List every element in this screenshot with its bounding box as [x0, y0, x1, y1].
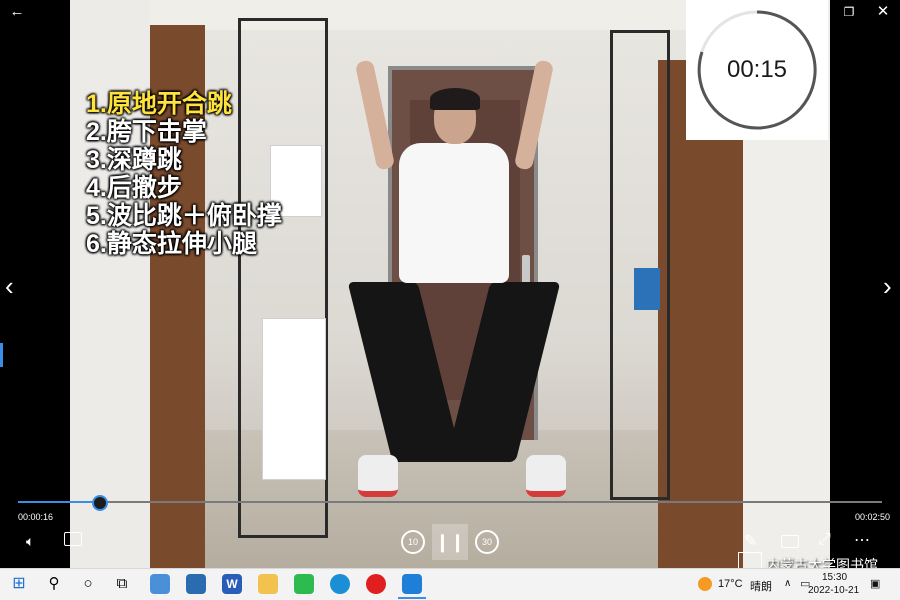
total-time: 00:02:50: [855, 512, 891, 522]
timer-text: 00:15: [726, 56, 788, 83]
monitor: [634, 268, 660, 310]
weather-desc[interactable]: 晴朗: [750, 578, 772, 594]
exercise-item: 1.原地开合跳: [86, 90, 232, 118]
exercise-list: 1.原地开合跳 2.胯下击掌 3.深蹲跳 4.后撤步 5.波比跳＋俯卧撑 6.静…: [86, 90, 282, 258]
seek-bar-thumb[interactable]: [92, 495, 108, 511]
left-wall: [70, 0, 150, 568]
video-player-icon[interactable]: [402, 574, 422, 594]
next-chevron-icon[interactable]: ›: [883, 272, 892, 300]
fullscreen-icon[interactable]: ⤢: [818, 531, 831, 549]
minimize-icon[interactable]: —: [796, 0, 830, 24]
right-bunk-frame: [610, 30, 670, 500]
exercise-item: 3.深蹲跳: [86, 146, 182, 174]
weather-temp[interactable]: 17°C: [718, 578, 743, 590]
right-sneaker: [526, 455, 566, 497]
seek-bar-fill: [18, 501, 99, 503]
exercise-item: 6.静态拉伸小腿: [86, 230, 257, 258]
wechat-icon[interactable]: [294, 574, 314, 594]
search-icon[interactable]: ⚲: [44, 574, 64, 594]
windows-start-icon[interactable]: ⊞: [9, 574, 29, 594]
edge-icon[interactable]: [330, 574, 350, 594]
calendar-app-icon[interactable]: [186, 574, 206, 594]
exercise-item: 4.后撤步: [86, 174, 182, 202]
captions-icon[interactable]: [64, 532, 82, 546]
media-player-icon[interactable]: [366, 574, 386, 594]
exercise-item: 2.胯下击掌: [86, 118, 207, 146]
hair: [430, 88, 480, 110]
active-app-indicator: [398, 597, 426, 599]
mini-view-icon[interactable]: [781, 535, 799, 548]
close-icon[interactable]: ✕: [866, 0, 900, 24]
back-arrow-icon[interactable]: ←: [0, 0, 34, 24]
notification-icon[interactable]: ▣: [870, 577, 880, 590]
left-desk: [262, 318, 326, 480]
left-sneaker: [358, 455, 398, 497]
pause-button[interactable]: ❙❙: [432, 524, 468, 560]
side-indicator: [0, 343, 3, 367]
previous-chevron-icon[interactable]: ‹: [5, 272, 14, 300]
clock-time[interactable]: 15:30: [822, 572, 847, 583]
clock-date[interactable]: 2022-10-21: [808, 585, 859, 596]
laptop-app-icon[interactable]: [150, 574, 170, 594]
seek-bar[interactable]: [18, 495, 882, 511]
current-time: 00:00:16: [18, 512, 54, 522]
more-options-icon[interactable]: ⋯: [854, 530, 870, 550]
maximize-icon[interactable]: ❐: [832, 0, 866, 24]
tray-up-chevron-icon[interactable]: ∧: [784, 578, 791, 589]
skip-forward-icon[interactable]: 30: [475, 530, 499, 554]
volume-icon[interactable]: 🔈︎: [26, 533, 34, 550]
edit-pencil-icon[interactable]: ✎: [744, 531, 757, 551]
white-tshirt: [399, 143, 509, 283]
exercise-item: 5.波比跳＋俯卧撑: [86, 202, 282, 230]
file-explorer-icon[interactable]: [258, 574, 278, 594]
word-icon[interactable]: W: [222, 574, 242, 594]
task-view-icon[interactable]: ⧉: [112, 574, 132, 594]
cortana-icon[interactable]: ○: [78, 574, 98, 594]
weather-sun-icon[interactable]: [698, 577, 712, 591]
skip-back-icon[interactable]: 10: [401, 530, 425, 554]
